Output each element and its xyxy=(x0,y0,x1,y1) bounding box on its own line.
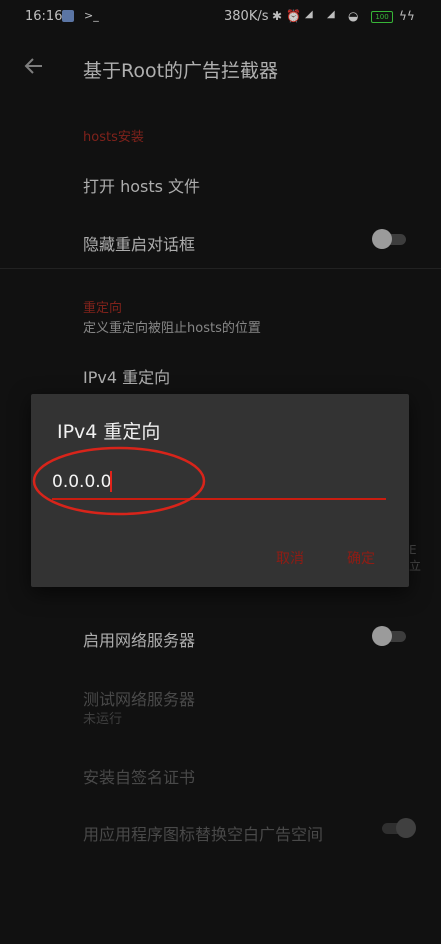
ipv4-redirect-dialog: IPv4 重定向 取消 确定 xyxy=(31,394,409,587)
dialog-title: IPv4 重定向 xyxy=(57,421,161,443)
ok-button[interactable]: 确定 xyxy=(341,546,381,570)
cancel-button[interactable]: 取消 xyxy=(270,546,310,570)
ipv4-address-input[interactable] xyxy=(52,466,386,500)
text-cursor xyxy=(110,471,112,492)
